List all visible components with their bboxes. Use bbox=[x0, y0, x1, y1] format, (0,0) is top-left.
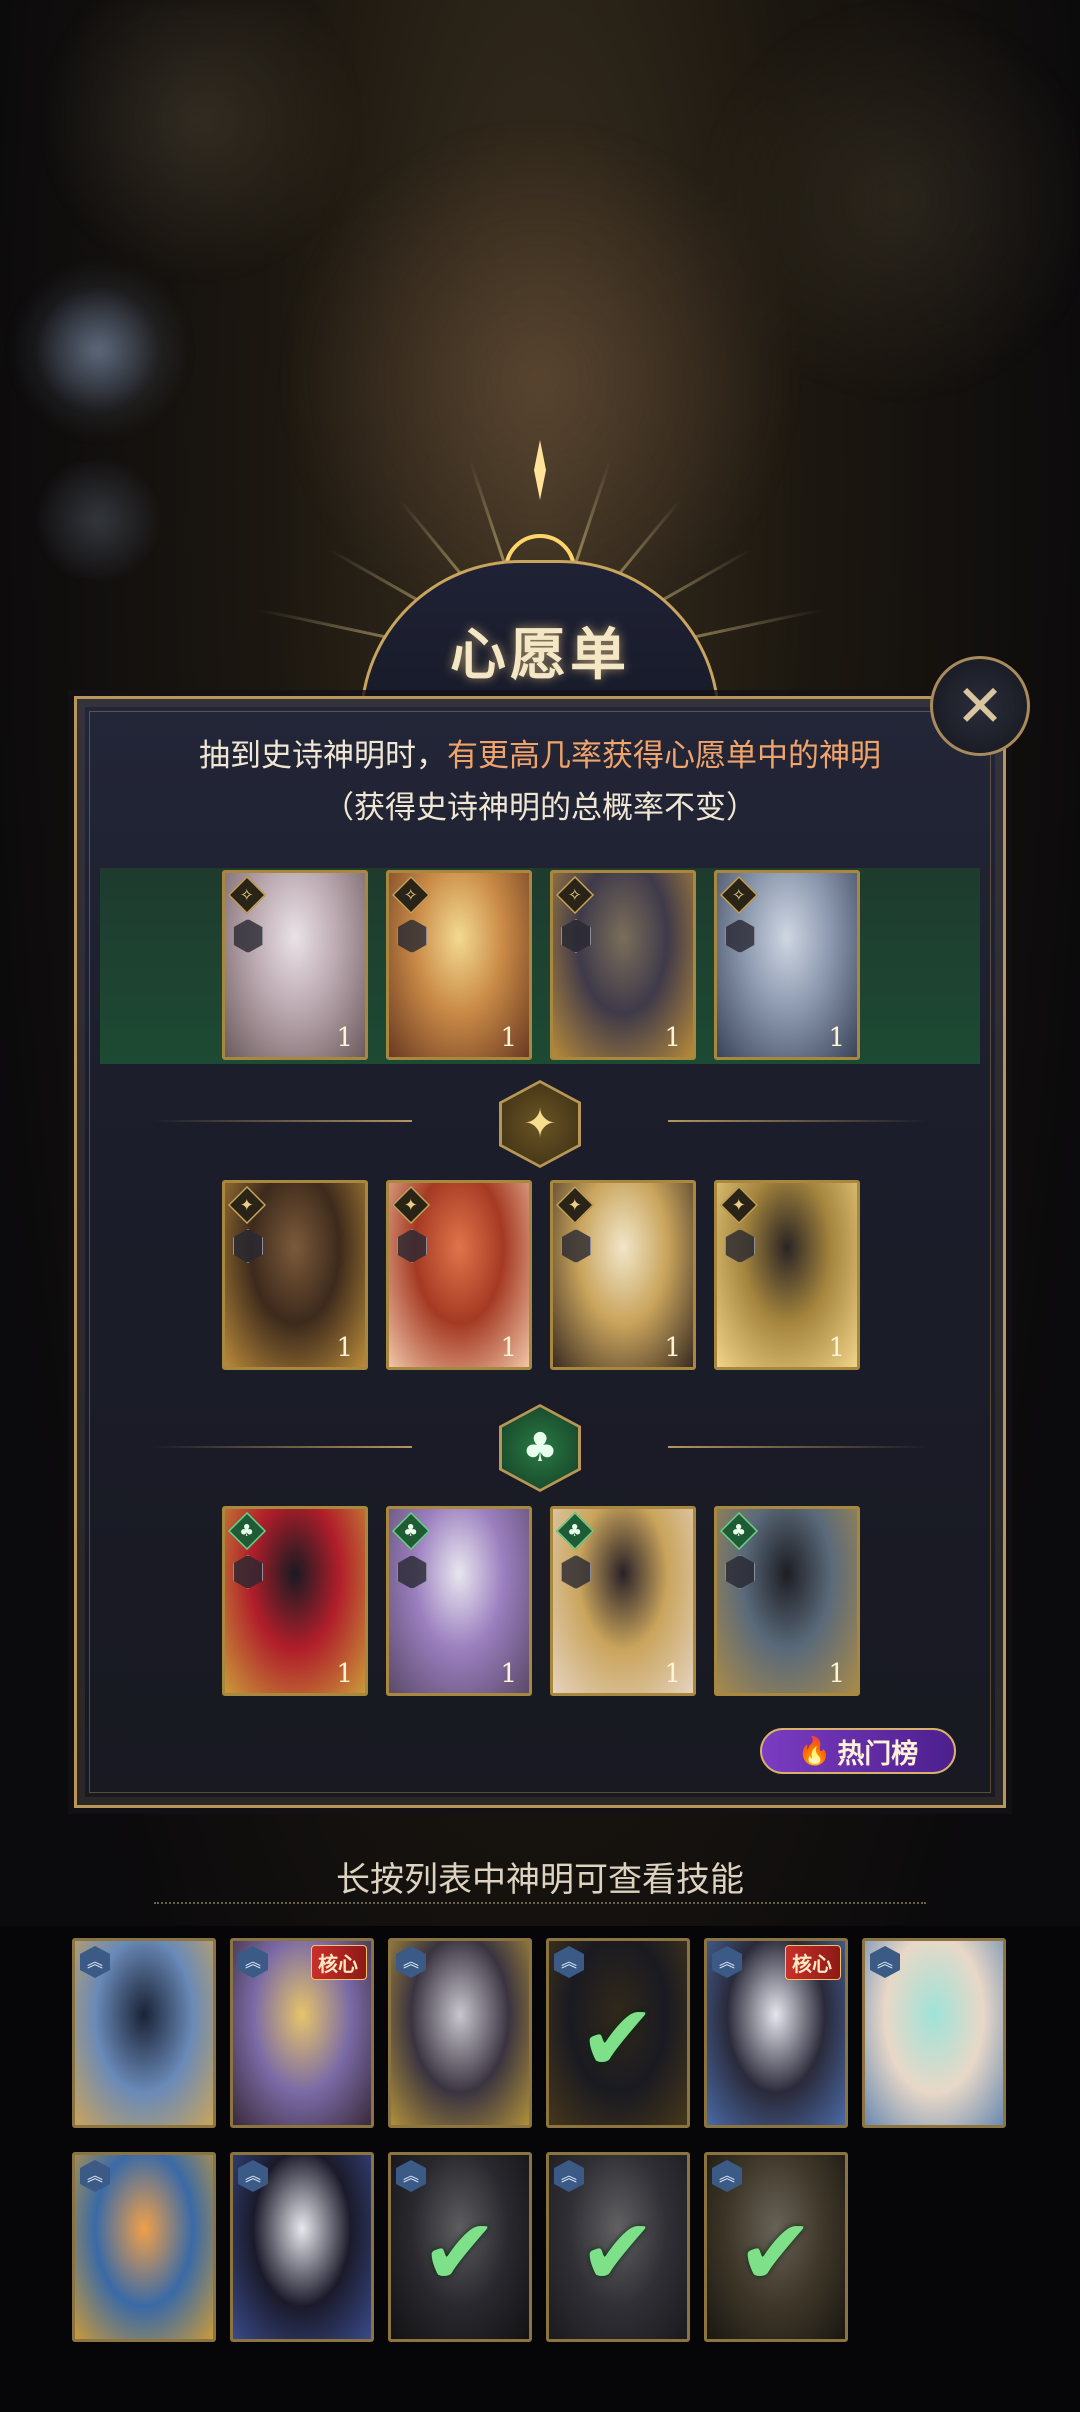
core-badge: 核心 bbox=[311, 1945, 367, 1980]
selectable-god-card[interactable]: ︽ bbox=[230, 2152, 374, 2342]
god-card[interactable]: ✧ 1 bbox=[714, 870, 860, 1060]
check-icon: ✔ bbox=[421, 2199, 499, 2306]
card-count: 1 bbox=[664, 1333, 681, 1363]
wishlist-row-club: ♣ 1 ♣ 1 ♣ 1 ♣ 1 bbox=[222, 1506, 860, 1696]
god-card[interactable]: ♣ 1 bbox=[550, 1506, 696, 1696]
selection-row-2: ︽ ︽ ︽ ✔ ︽ ✔ ︽ ✔ bbox=[72, 2152, 848, 2342]
check-icon: ✔ bbox=[579, 2199, 657, 2306]
page-title: 心愿单 bbox=[450, 622, 630, 688]
card-count: 1 bbox=[664, 1659, 681, 1689]
flame-icon: 🔥 bbox=[797, 1736, 832, 1767]
core-badge: 核心 bbox=[785, 1945, 841, 1980]
card-count: 1 bbox=[500, 1659, 517, 1689]
card-count: 1 bbox=[336, 1333, 353, 1363]
selectable-god-card[interactable]: ︽ ✔ bbox=[388, 2152, 532, 2342]
selectable-god-card[interactable]: ︽ 核心 bbox=[230, 1938, 374, 2128]
god-card[interactable]: ✦ 1 bbox=[222, 1180, 368, 1370]
god-card[interactable]: ✦ 1 bbox=[386, 1180, 532, 1370]
description-highlight: 有更高几率获得心愿单中的神明 bbox=[447, 738, 881, 774]
god-card[interactable]: ✦ 1 bbox=[714, 1180, 860, 1370]
god-card[interactable]: ✧ 1 bbox=[386, 870, 532, 1060]
card-count: 1 bbox=[828, 1333, 845, 1363]
selectable-god-card[interactable]: ︽ ✔ bbox=[546, 1938, 690, 2128]
selectable-god-card[interactable]: ︽ bbox=[72, 1938, 216, 2128]
check-icon: ✔ bbox=[737, 2199, 815, 2306]
god-card[interactable]: ♣ 1 bbox=[222, 1506, 368, 1696]
card-count: 1 bbox=[500, 1333, 517, 1363]
wishlist-row-top: ✧ 1 ✧ 1 ✧ 1 ✧ 1 bbox=[222, 870, 860, 1060]
wishlist-row-star: ✦ 1 ✦ 1 ✦ 1 ✦ 1 bbox=[222, 1180, 860, 1370]
card-count: 1 bbox=[336, 1659, 353, 1689]
god-card[interactable]: ✧ 1 bbox=[550, 870, 696, 1060]
god-card[interactable]: ✧ 1 bbox=[222, 870, 368, 1060]
wishlist-description: 抽到史诗神明时，有更高几率获得心愿单中的神明 bbox=[0, 730, 1080, 775]
selectable-god-card[interactable]: ︽ bbox=[72, 2152, 216, 2342]
card-count: 1 bbox=[500, 1023, 517, 1053]
selection-row-1: ︽ ︽ 核心 ︽ ︽ ✔ ︽ 核心 ︽ bbox=[72, 1938, 1006, 2128]
long-press-hint: 长按列表中神明可查看技能 bbox=[336, 1860, 744, 1900]
selectable-god-card[interactable]: ︽ bbox=[388, 1938, 532, 2128]
check-icon: ✔ bbox=[579, 1985, 657, 2092]
side-menu-button[interactable] bbox=[38, 460, 158, 580]
selectable-god-card[interactable]: ︽ ✔ bbox=[704, 2152, 848, 2342]
card-count: 1 bbox=[828, 1023, 845, 1053]
hot-list-button[interactable]: 🔥 热门榜 bbox=[760, 1728, 956, 1774]
god-card[interactable]: ♣ 1 bbox=[386, 1506, 532, 1696]
card-count: 1 bbox=[336, 1023, 353, 1053]
selectable-god-card[interactable]: ︽ bbox=[862, 1938, 1006, 2128]
god-card[interactable]: ✦ 1 bbox=[550, 1180, 696, 1370]
hint-divider bbox=[154, 1902, 926, 1904]
god-card[interactable]: ♣ 1 bbox=[714, 1506, 860, 1696]
card-count: 1 bbox=[828, 1659, 845, 1689]
side-avatar-button[interactable] bbox=[38, 290, 158, 410]
card-count: 1 bbox=[664, 1023, 681, 1053]
selectable-god-card[interactable]: ︽ ✔ bbox=[546, 2152, 690, 2342]
hot-list-label: 热门榜 bbox=[837, 1738, 919, 1770]
selectable-god-card[interactable]: ︽ 核心 bbox=[704, 1938, 848, 2128]
description-prefix: 抽到史诗神明时， bbox=[199, 738, 447, 774]
probability-note: （获得史诗神明的总概率不变） bbox=[323, 790, 757, 826]
